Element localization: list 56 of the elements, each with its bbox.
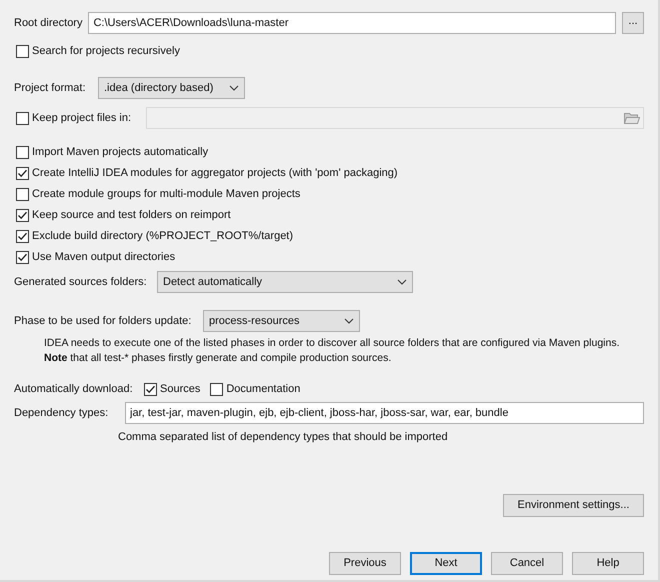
field-label: Root directory bbox=[14, 16, 82, 31]
checkbox[interactable] bbox=[16, 209, 29, 222]
checkmark-icon bbox=[17, 168, 28, 179]
checkbox-label: Use Maven output directories bbox=[32, 250, 176, 266]
checkbox-option[interactable]: Keep source and test folders on reimport bbox=[16, 205, 644, 226]
path-field[interactable]: C:\Users\ACER\Downloads\luna-master bbox=[88, 12, 616, 34]
dialog-button[interactable]: Next bbox=[410, 552, 482, 574]
checkbox-label: Documentation bbox=[226, 382, 300, 398]
folder-icon bbox=[624, 112, 640, 124]
checkbox-label: Sources bbox=[160, 382, 200, 398]
checkbox-label: Keep source and test folders on reimport bbox=[32, 208, 231, 224]
field-label: Phase to be used for folders update: bbox=[14, 314, 192, 329]
checkbox[interactable] bbox=[16, 230, 29, 243]
field-label: Dependency types: bbox=[14, 406, 110, 421]
dialog-button[interactable]: Help bbox=[572, 552, 644, 574]
field-label: Automatically download: bbox=[14, 382, 134, 398]
environment-settings-button[interactable]: Environment settings... bbox=[503, 494, 644, 516]
checkbox-label: Import Maven projects automatically bbox=[32, 145, 208, 160]
checkbox-option[interactable]: Search for projects recursively bbox=[16, 41, 644, 62]
chevron-down-icon bbox=[397, 279, 407, 285]
checkbox[interactable] bbox=[16, 45, 29, 58]
checkbox[interactable] bbox=[16, 251, 29, 264]
checkbox-option[interactable]: Exclude build directory (%PROJECT_ROOT%/target) bbox=[16, 226, 644, 247]
checkbox-option[interactable]: Documentation bbox=[210, 379, 300, 400]
browse-button[interactable]: ... bbox=[622, 12, 644, 34]
checkbox[interactable] bbox=[144, 383, 157, 396]
chevron-down-icon bbox=[344, 318, 354, 324]
checkmark-icon bbox=[145, 384, 156, 395]
checkmark-icon bbox=[17, 231, 28, 242]
checkbox-option[interactable]: Import Maven projects automatically bbox=[16, 142, 644, 163]
checkbox[interactable] bbox=[16, 188, 29, 201]
checkbox-option[interactable]: Sources bbox=[144, 379, 200, 400]
dialog-button[interactable]: Previous bbox=[329, 552, 401, 574]
checkmark-icon bbox=[17, 210, 28, 221]
checkbox[interactable] bbox=[16, 146, 29, 159]
format-dropdown[interactable]: .idea (directory based) bbox=[98, 77, 245, 99]
sources-dropdown[interactable]: Detect automatically bbox=[157, 271, 413, 293]
dialog-button[interactable]: Cancel bbox=[491, 552, 563, 574]
hint-text: Comma separated list of dependency types that should be imported bbox=[118, 430, 448, 445]
phase-dropdown[interactable]: process-resources bbox=[203, 310, 360, 332]
phase-note: IDEA needs to execute one of the listed phases in order to discover all source folders that are configured via Maven plugins. Note that all test-* phases firstly generate and compile production sources. bbox=[44, 336, 620, 366]
checkbox[interactable] bbox=[16, 167, 29, 180]
field-label: Generated sources folders: bbox=[14, 274, 148, 290]
checkmark-icon bbox=[17, 252, 28, 263]
checkbox-label: Keep project files in: bbox=[32, 110, 132, 126]
checkbox-label: Create IntelliJ IDEA modules for aggregator projects (with 'pom' packaging) bbox=[32, 166, 398, 182]
checkbox-label: Search for projects recursively bbox=[32, 44, 180, 60]
checkbox[interactable] bbox=[210, 383, 224, 396]
dependency-types-field[interactable]: jar, test-jar, maven-plugin, ejb, ejb-client, jboss-har, jboss-sar, war, ear, bundle bbox=[125, 402, 644, 424]
chevron-down-icon bbox=[229, 85, 239, 91]
checkbox-option[interactable]: Create IntelliJ IDEA modules for aggregator projects (with 'pom' packaging) bbox=[16, 163, 644, 184]
checkbox-label: Exclude build directory (%PROJECT_ROOT%/target) bbox=[32, 229, 294, 244]
field-label: Project format: bbox=[14, 80, 87, 96]
checkbox-option[interactable]: Use Maven output directories bbox=[16, 247, 644, 268]
checkbox-option[interactable]: Create module groups for multi-module Maven projects bbox=[16, 184, 644, 205]
checkbox-label: Create module groups for multi-module Maven projects bbox=[32, 187, 300, 202]
